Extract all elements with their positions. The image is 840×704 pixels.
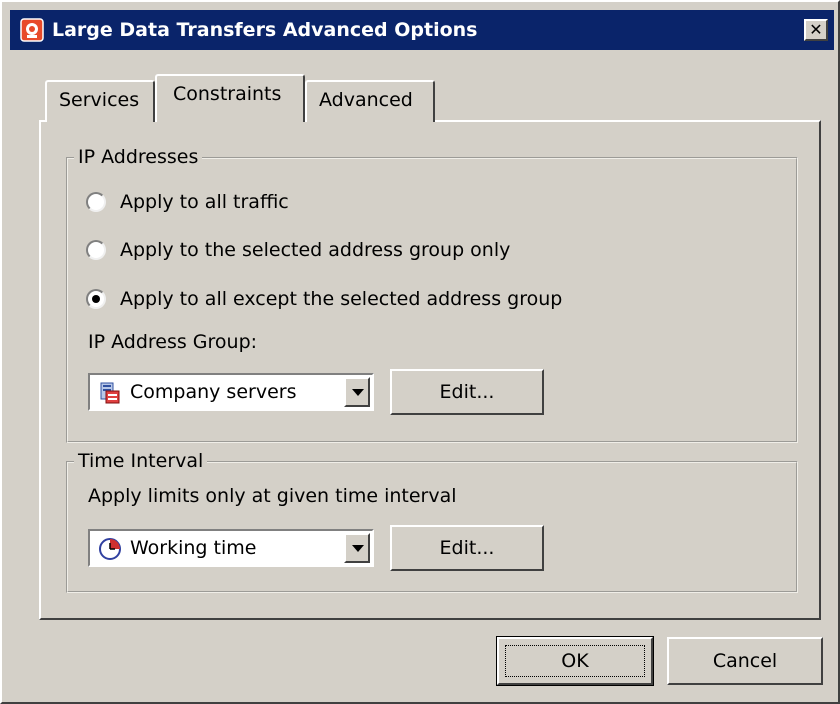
- radio-label: Apply to all traffic: [120, 191, 289, 213]
- time-interval-value: Working time: [130, 537, 257, 559]
- radio-label: Apply to all except the selected address…: [120, 288, 563, 310]
- tab-constraints[interactable]: Constraints: [155, 74, 305, 122]
- time-interval-legend: Time Interval: [74, 449, 208, 473]
- radio-button-selected[interactable]: [86, 289, 106, 309]
- tab-services[interactable]: Services: [45, 80, 155, 122]
- radio-label: Apply to the selected address group only: [120, 239, 511, 261]
- edit-address-group-button[interactable]: Edit...: [390, 369, 544, 415]
- ip-address-group-value: Company servers: [130, 381, 297, 403]
- window-title: Large Data Transfers Advanced Options: [52, 19, 478, 41]
- button-label: Cancel: [712, 650, 778, 672]
- tab-panel-constraints: IP Addresses Apply to all traffic Apply …: [39, 120, 821, 620]
- focus-indicator: [505, 645, 645, 677]
- address-group-icon: [100, 382, 120, 404]
- tab-label: Advanced: [319, 89, 413, 111]
- ip-addresses-legend: IP Addresses: [74, 145, 203, 169]
- ip-addresses-group: IP Addresses Apply to all traffic Apply …: [66, 145, 798, 443]
- time-interval-select[interactable]: Working time: [88, 529, 374, 567]
- ip-address-group-select[interactable]: Company servers: [88, 373, 374, 411]
- chevron-down-icon[interactable]: [344, 377, 370, 407]
- close-button[interactable]: ✕: [804, 19, 828, 41]
- tab-advanced[interactable]: Advanced: [305, 80, 435, 122]
- ip-address-group-label: IP Address Group:: [88, 331, 258, 353]
- time-interval-description: Apply limits only at given time interval: [88, 485, 457, 507]
- cancel-button[interactable]: Cancel: [667, 637, 823, 685]
- edit-time-interval-button[interactable]: Edit...: [390, 525, 544, 571]
- tab-label: Constraints: [173, 83, 282, 105]
- app-icon: [20, 18, 44, 42]
- radio-dot: [92, 295, 100, 303]
- time-interval-group: Time Interval Apply limits only at given…: [66, 449, 798, 593]
- clock-icon: [99, 538, 121, 560]
- title-bar[interactable]: Large Data Transfers Advanced Options ✕: [10, 10, 834, 50]
- button-label: Edit...: [439, 381, 495, 403]
- dialog-window: Large Data Transfers Advanced Options ✕ …: [0, 0, 840, 704]
- radio-button[interactable]: [86, 240, 106, 260]
- button-label: Edit...: [439, 537, 495, 559]
- tab-label: Services: [59, 89, 140, 111]
- radio-button[interactable]: [86, 192, 106, 212]
- ok-button[interactable]: OK: [496, 636, 654, 686]
- chevron-down-icon[interactable]: [344, 533, 370, 563]
- close-icon: ✕: [809, 20, 823, 39]
